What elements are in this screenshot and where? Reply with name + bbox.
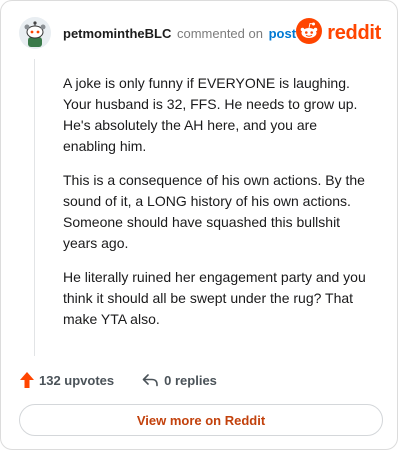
comment-paragraph: A joke is only funny if EVERYONE is laug… xyxy=(63,75,358,154)
post-link[interactable]: post xyxy=(269,26,296,41)
reddit-logo-icon xyxy=(296,17,323,49)
upvote-count: 132 upvotes xyxy=(39,372,115,388)
comment-actions: 132 upvotes 0 replies xyxy=(19,369,217,391)
reddit-brand[interactable]: reddit xyxy=(296,17,381,49)
username[interactable]: petmomintheBLC xyxy=(63,26,171,41)
commented-on-text: commented on xyxy=(176,26,263,41)
comment-attribution: petmomintheBLC commented on post xyxy=(63,26,296,41)
comment-header: petmomintheBLC commented on post reddit xyxy=(19,17,381,51)
upvote-arrow-icon xyxy=(19,371,35,389)
reply-arrow-icon xyxy=(142,373,158,387)
comment-paragraph: This is a consequence of his own actions… xyxy=(63,172,365,251)
snoo-avatar-icon[interactable] xyxy=(19,17,51,49)
reply-count: 0 replies xyxy=(164,372,217,388)
comment-paragraph: He literally ruined her engagement party… xyxy=(63,269,366,327)
upvote-button[interactable]: 132 upvotes xyxy=(19,371,114,389)
comment-embed-card: petmomintheBLC commented on post reddit xyxy=(0,0,398,450)
replies-button[interactable]: 0 replies xyxy=(142,373,217,388)
comment-body: A joke is only funny if EVERYONE is laug… xyxy=(63,73,373,343)
thread-line xyxy=(34,59,35,356)
reddit-wordmark: reddit xyxy=(327,21,381,44)
view-more-button[interactable]: View more on Reddit xyxy=(19,404,383,436)
